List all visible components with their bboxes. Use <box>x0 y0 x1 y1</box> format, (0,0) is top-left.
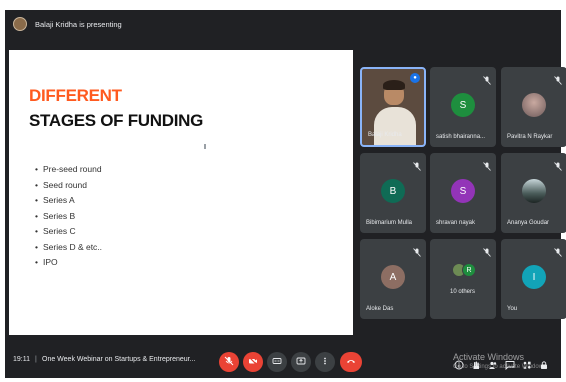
windows-activation-watermark: Activate Windows <box>453 352 525 362</box>
slide-title-line2: STAGES OF FUNDING <box>29 111 204 130</box>
mic-off-icon <box>224 353 234 371</box>
participant-name: 10 others <box>450 289 476 295</box>
participant-tile-others[interactable]: R 10 others <box>430 239 496 319</box>
mic-off-icon <box>554 244 562 257</box>
speaking-indicator-icon: ● <box>410 73 420 83</box>
mic-off-icon <box>413 244 421 257</box>
participant-name: Aloke Das <box>366 306 394 312</box>
others-avatar: R <box>462 263 476 277</box>
participant-name: Balaji Kridha <box>368 132 402 138</box>
participant-video-hair <box>383 80 405 90</box>
participant-tile-you[interactable]: I You <box>501 239 566 319</box>
participant-tile-balaji[interactable]: ● Balaji Kridha <box>360 67 426 147</box>
participant-tile-pavitra[interactable]: Pavitra N Raykar <box>501 67 566 147</box>
slide-bullet: Pre-seed round <box>35 162 102 178</box>
participant-name: Bibimarium Mulla <box>366 220 413 226</box>
presenter-bar: Balaji Kridha is presenting <box>5 10 561 38</box>
mic-off-icon <box>554 72 562 85</box>
participant-tile-shravan[interactable]: S shravan nayak <box>430 153 496 233</box>
slide-bullet: Series C <box>35 224 102 240</box>
participant-tile-satish[interactable]: S satish bhairanna... <box>430 67 496 147</box>
mouse-cursor <box>204 144 206 149</box>
presenter-avatar <box>13 17 27 31</box>
bottom-control-bar: 19:11 | One Week Webinar on Startups & E… <box>5 346 561 378</box>
slide-bullet: Seed round <box>35 178 102 194</box>
participant-avatar <box>522 93 546 117</box>
presenter-label: Balaji Kridha is presenting <box>35 19 122 29</box>
slide-bullet: Series D & etc.. <box>35 240 102 256</box>
participant-avatar: A <box>381 265 405 289</box>
more-vert-icon <box>320 353 330 371</box>
present-button[interactable] <box>291 352 311 372</box>
participant-avatar <box>522 179 546 203</box>
divider: | <box>35 356 37 363</box>
participant-avatar: I <box>522 265 546 289</box>
camera-toggle-button[interactable] <box>243 352 263 372</box>
clock: 19:11 <box>13 356 30 363</box>
participant-avatar: S <box>451 93 475 117</box>
mic-off-icon <box>554 158 562 171</box>
mic-off-icon <box>483 72 491 85</box>
participant-name: Ananya Goudar <box>507 220 550 226</box>
participant-avatar: S <box>451 179 475 203</box>
participant-name: Pavitra N Raykar <box>507 134 553 140</box>
participant-name: shravan nayak <box>436 220 476 226</box>
mic-off-icon <box>413 158 421 171</box>
windows-activation-subtext: Go to Settings to activate Windows. <box>453 364 548 370</box>
participant-tile-ananya[interactable]: Ananya Goudar <box>501 153 566 233</box>
present-icon <box>296 353 306 371</box>
mic-off-icon <box>483 158 491 171</box>
meeting-title: One Week Webinar on Startups & Entrepren… <box>42 356 196 363</box>
mic-off-icon <box>483 244 491 257</box>
participant-name: satish bhairanna... <box>436 134 486 140</box>
slide-bullet: Series B <box>35 209 102 225</box>
participant-tile-aloke[interactable]: A Aloke Das <box>360 239 426 319</box>
slide-title-line1: DIFFERENT <box>29 86 122 105</box>
end-call-icon <box>346 353 356 371</box>
captions-button[interactable] <box>267 352 287 372</box>
participant-tile-bibimarium[interactable]: B Bibimarium Mulla <box>360 153 426 233</box>
mic-toggle-button[interactable] <box>219 352 239 372</box>
participant-name: You <box>507 306 518 312</box>
end-call-button[interactable] <box>340 352 362 372</box>
captions-icon <box>272 353 282 371</box>
participant-video <box>374 107 416 145</box>
shared-slide: DIFFERENT STAGES OF FUNDING Pre-seed rou… <box>9 50 353 335</box>
participant-avatar: B <box>381 179 405 203</box>
slide-bullet-list: Pre-seed round Seed round Series A Serie… <box>35 162 102 271</box>
others-avatar-group: R <box>452 261 478 279</box>
slide-bullet: Series A <box>35 193 102 209</box>
more-options-button[interactable] <box>315 352 335 372</box>
slide-bullet: IPO <box>35 255 102 271</box>
meet-window: Balaji Kridha is presenting DIFFERENT ST… <box>5 10 566 378</box>
camera-off-icon <box>248 353 258 371</box>
